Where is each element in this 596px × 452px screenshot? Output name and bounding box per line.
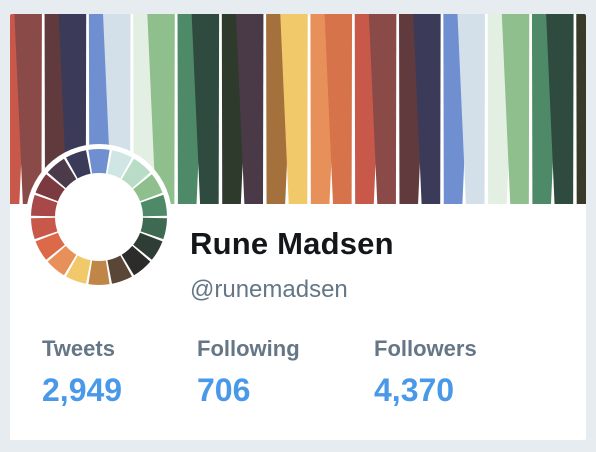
stat-following[interactable]: Following 706 [197, 336, 300, 409]
avatar-wheel-segment [88, 149, 110, 174]
stat-value: 2,949 [42, 372, 123, 408]
avatar-wheel-segment [88, 260, 110, 285]
profile-card: Rune Madsen @runemadsen Tweets 2,949 Fol… [10, 14, 586, 440]
banner-stripe [576, 14, 586, 204]
profile-avatar[interactable] [26, 144, 172, 290]
profile-handle[interactable]: @runemadsen [190, 276, 348, 304]
stat-label: Tweets [42, 336, 115, 361]
stat-value: 706 [197, 372, 251, 408]
stat-value: 4,370 [374, 372, 455, 408]
stat-tweets[interactable]: Tweets 2,949 [42, 336, 122, 409]
stat-label: Followers [374, 336, 477, 361]
stat-followers[interactable]: Followers 4,370 [374, 336, 477, 409]
stat-label: Following [197, 336, 300, 361]
profile-name[interactable]: Rune Madsen [190, 226, 394, 262]
